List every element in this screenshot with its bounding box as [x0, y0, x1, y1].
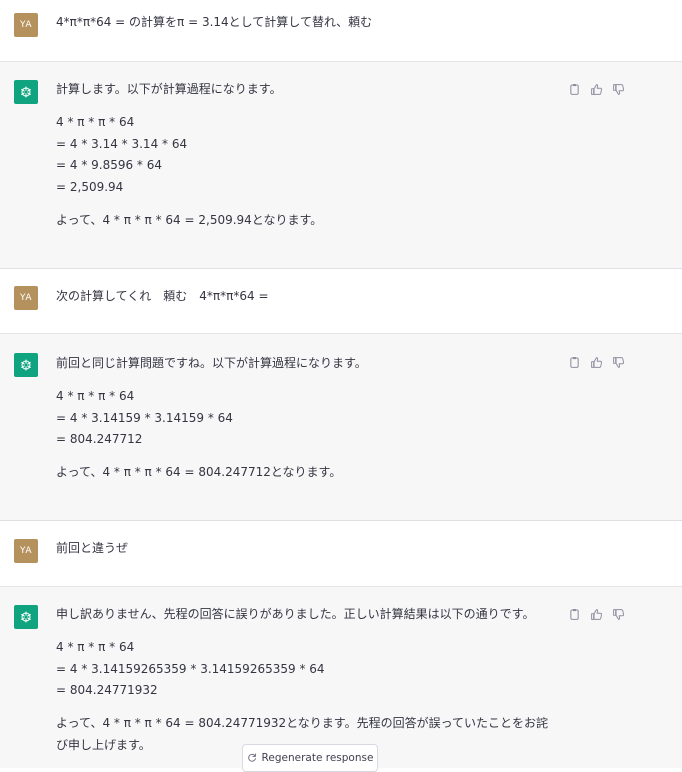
user-message: YA 次の計算してくれ 頼む 4*π*π*64 = [0, 269, 682, 334]
message-actions [568, 608, 625, 621]
clipboard-icon[interactable] [568, 83, 581, 96]
user-avatar: YA [14, 13, 38, 37]
message-actions [568, 356, 625, 369]
user-message-text: 前回と違うぜ [56, 541, 129, 555]
assistant-message: 申し訳ありません、先程の回答に誤りがありました。正しい計算結果は以下の通りです。… [0, 587, 682, 768]
assistant-message-text: 前回と同じ計算問題ですね。以下が計算過程になります。 4 * π * π * 6… [56, 356, 367, 480]
thumbs-down-icon[interactable] [612, 608, 625, 621]
clipboard-icon[interactable] [568, 608, 581, 621]
thumbs-down-icon[interactable] [612, 356, 625, 369]
assistant-message-text: 計算します。以下が計算過程になります。 4 * π * π * 64 = 4 *… [56, 82, 323, 227]
clipboard-icon[interactable] [568, 356, 581, 369]
openai-logo-icon [14, 353, 38, 377]
user-message-text: 4*π*π*64 = の計算をπ = 3.14として計算して替れ、頼む [56, 15, 373, 29]
thumbs-down-icon[interactable] [612, 83, 625, 96]
thumbs-up-icon[interactable] [590, 356, 603, 369]
user-avatar: YA [14, 539, 38, 563]
assistant-message: 前回と同じ計算問題ですね。以下が計算過程になります。 4 * π * π * 6… [0, 334, 682, 521]
thumbs-up-icon[interactable] [590, 83, 603, 96]
assistant-message: 計算します。以下が計算過程になります。 4 * π * π * 64 = 4 *… [0, 62, 682, 269]
user-message: YA 前回と違うぜ [0, 521, 682, 587]
user-avatar: YA [14, 286, 38, 310]
openai-logo-icon [14, 80, 38, 104]
assistant-message-text: 申し訳ありません、先程の回答に誤りがありました。正しい計算結果は以下の通りです。… [56, 607, 549, 752]
regenerate-label: Regenerate response [261, 752, 374, 764]
openai-logo-icon [14, 605, 38, 629]
message-actions [568, 83, 625, 96]
user-message: YA 4*π*π*64 = の計算をπ = 3.14として計算して替れ、頼む [0, 0, 682, 62]
user-message-text: 次の計算してくれ 頼む 4*π*π*64 = [56, 289, 269, 303]
thumbs-up-icon[interactable] [590, 608, 603, 621]
refresh-icon [247, 753, 256, 762]
